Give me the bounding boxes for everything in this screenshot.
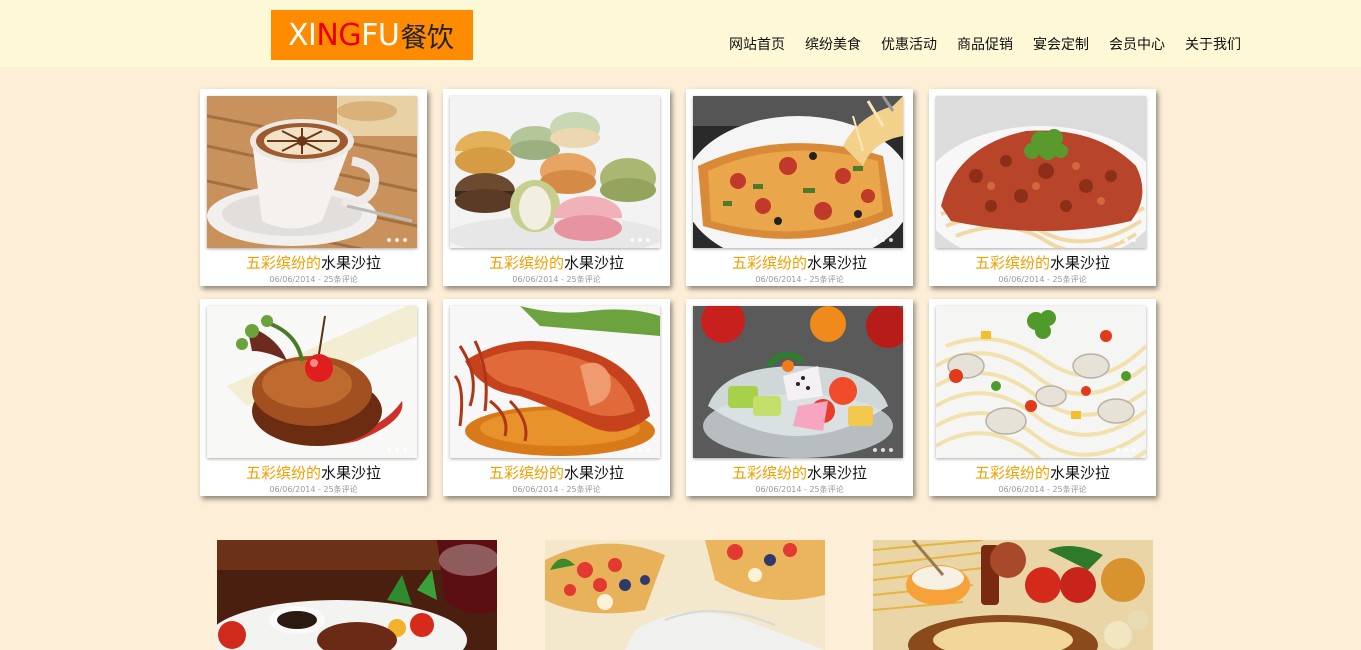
logo-part3: FU bbox=[361, 17, 400, 53]
nav-about[interactable]: 关于我们 bbox=[1185, 34, 1241, 54]
card-title-text: 水果沙拉 bbox=[807, 254, 868, 272]
steak-dinner-photo[interactable] bbox=[217, 540, 497, 650]
card-title-text: 水果沙拉 bbox=[1050, 464, 1111, 482]
card-meta: 06/06/2014 - 25条评论 bbox=[755, 485, 844, 494]
card-meta: 06/06/2014 - 25条评论 bbox=[512, 275, 601, 284]
card-title-highlight: 五彩缤纷的 bbox=[488, 464, 564, 482]
nav-members[interactable]: 会员中心 bbox=[1109, 34, 1165, 54]
logo-part2: NG bbox=[316, 17, 362, 53]
card-title-highlight: 五彩缤纷的 bbox=[731, 254, 807, 272]
card-title: 五彩缤纷的水果沙拉 bbox=[443, 462, 670, 483]
site-logo[interactable]: XI NG FU 餐饮 bbox=[271, 10, 473, 60]
card-title-highlight: 五彩缤纷的 bbox=[245, 254, 321, 272]
coffee-photo bbox=[207, 96, 417, 248]
card-title: 五彩缤纷的水果沙拉 bbox=[686, 462, 913, 483]
food-card[interactable]: 五彩缤纷的水果沙拉 06/06/2014 - 25条评论 bbox=[443, 89, 670, 286]
logo-part1: XI bbox=[288, 17, 317, 53]
card-meta: 06/06/2014 - 25条评论 bbox=[269, 275, 358, 284]
carousel-dots bbox=[630, 448, 650, 452]
fruit-salad-photo bbox=[693, 306, 903, 458]
card-title-text: 水果沙拉 bbox=[564, 254, 625, 272]
nav-food[interactable]: 缤纷美食 bbox=[805, 34, 861, 54]
carousel-dots bbox=[1116, 448, 1136, 452]
food-grid: 五彩缤纷的水果沙拉 06/06/2014 - 25条评论 五彩缤纷的水果沙拉 0… bbox=[200, 89, 1160, 496]
card-title-text: 水果沙拉 bbox=[321, 254, 382, 272]
card-meta: 06/06/2014 - 25条评论 bbox=[755, 275, 844, 284]
carousel-dots bbox=[387, 238, 407, 242]
macaron-photo bbox=[450, 96, 660, 248]
card-title: 五彩缤纷的水果沙拉 bbox=[929, 252, 1156, 273]
card-title-text: 水果沙拉 bbox=[807, 464, 868, 482]
main-nav: 网站首页 缤纷美食 优惠活动 商品促销 宴会定制 会员中心 关于我们 bbox=[729, 34, 1241, 54]
food-card[interactable]: 五彩缤纷的水果沙拉 06/06/2014 - 25条评论 bbox=[443, 299, 670, 496]
carousel-dots bbox=[873, 238, 893, 242]
nav-home[interactable]: 网站首页 bbox=[729, 34, 785, 54]
pasta-ingredients-photo[interactable] bbox=[873, 540, 1153, 650]
food-card[interactable]: 五彩缤纷的水果沙拉 06/06/2014 - 25条评论 bbox=[200, 299, 427, 496]
card-title-highlight: 五彩缤纷的 bbox=[245, 464, 321, 482]
pizza-photo bbox=[693, 96, 903, 248]
card-meta: 06/06/2014 - 25条评论 bbox=[512, 485, 601, 494]
food-card[interactable]: 五彩缤纷的水果沙拉 06/06/2014 - 25条评论 bbox=[200, 89, 427, 286]
card-title-highlight: 五彩缤纷的 bbox=[488, 254, 564, 272]
nav-promotions[interactable]: 商品促销 bbox=[957, 34, 1013, 54]
card-title: 五彩缤纷的水果沙拉 bbox=[686, 252, 913, 273]
lobster-photo bbox=[450, 306, 660, 458]
berry-tart-photo[interactable] bbox=[545, 540, 825, 650]
card-title: 五彩缤纷的水果沙拉 bbox=[200, 462, 427, 483]
food-card[interactable]: 五彩缤纷的水果沙拉 06/06/2014 - 25条评论 bbox=[929, 299, 1156, 496]
card-title-text: 水果沙拉 bbox=[564, 464, 625, 482]
nav-offers[interactable]: 优惠活动 bbox=[881, 34, 937, 54]
carousel-dots bbox=[873, 448, 893, 452]
seafood-pasta-photo bbox=[936, 306, 1146, 458]
logo-part4: 餐饮 bbox=[400, 22, 454, 54]
card-title: 五彩缤纷的水果沙拉 bbox=[443, 252, 670, 273]
card-title-highlight: 五彩缤纷的 bbox=[731, 464, 807, 482]
card-title-text: 水果沙拉 bbox=[1050, 254, 1111, 272]
card-title-highlight: 五彩缤纷的 bbox=[974, 254, 1050, 272]
carousel-dots bbox=[630, 238, 650, 242]
card-title: 五彩缤纷的水果沙拉 bbox=[929, 462, 1156, 483]
food-card[interactable]: 五彩缤纷的水果沙拉 06/06/2014 - 25条评论 bbox=[929, 89, 1156, 286]
card-meta: 06/06/2014 - 25条评论 bbox=[998, 275, 1087, 284]
steak-photo bbox=[207, 306, 417, 458]
card-title: 五彩缤纷的水果沙拉 bbox=[200, 252, 427, 273]
card-title-highlight: 五彩缤纷的 bbox=[974, 464, 1050, 482]
nav-banquet[interactable]: 宴会定制 bbox=[1033, 34, 1089, 54]
carousel-dots bbox=[387, 448, 407, 452]
bolognese-photo bbox=[936, 96, 1146, 248]
card-title-text: 水果沙拉 bbox=[321, 464, 382, 482]
card-meta: 06/06/2014 - 25条评论 bbox=[269, 485, 358, 494]
site-header: XI NG FU 餐饮 网站首页 缤纷美食 优惠活动 商品促销 宴会定制 会员中心 关… bbox=[0, 0, 1361, 67]
food-card[interactable]: 五彩缤纷的水果沙拉 06/06/2014 - 25条评论 bbox=[686, 299, 913, 496]
carousel-dots bbox=[1116, 238, 1136, 242]
food-card[interactable]: 五彩缤纷的水果沙拉 06/06/2014 - 25条评论 bbox=[686, 89, 913, 286]
card-meta: 06/06/2014 - 25条评论 bbox=[998, 485, 1087, 494]
